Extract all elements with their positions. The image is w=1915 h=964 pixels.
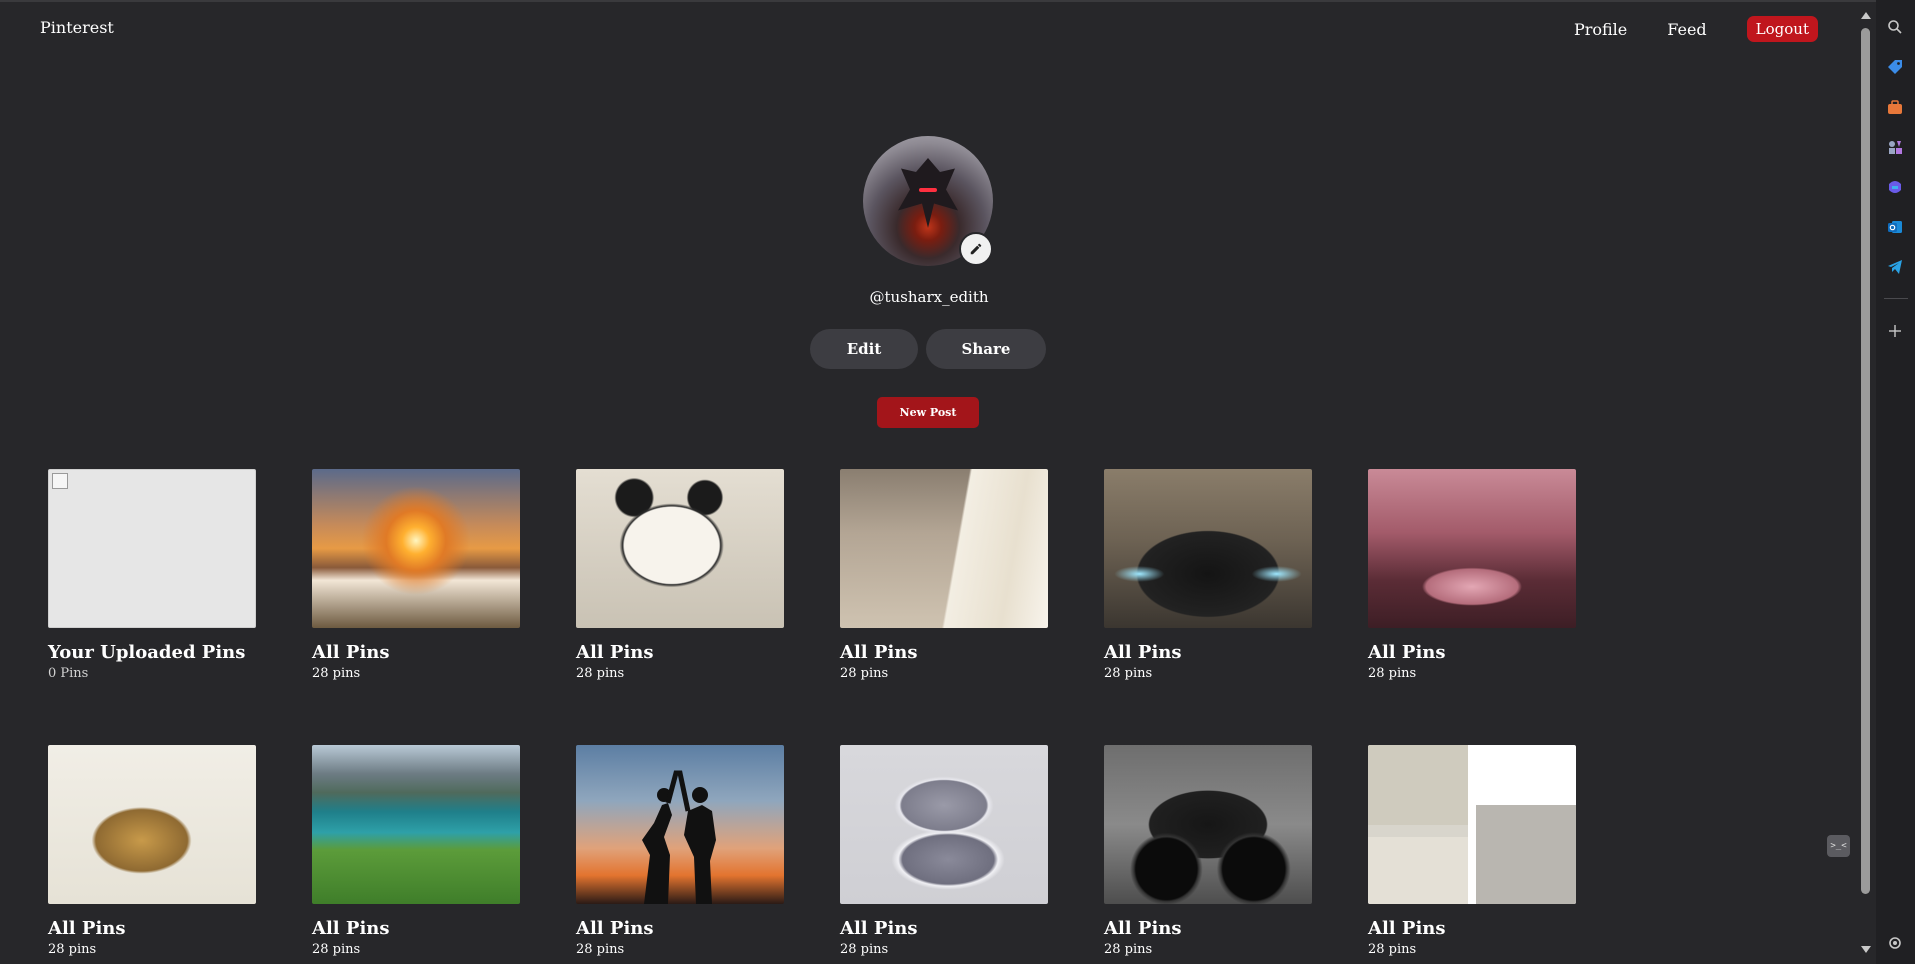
board-title: All Pins xyxy=(576,642,654,663)
pencil-icon xyxy=(970,243,982,255)
navbar: Pinterest Profile Feed Logout xyxy=(0,0,1858,60)
outlook-icon[interactable] xyxy=(1884,216,1906,238)
board-card[interactable]: All Pins 28 pins xyxy=(1368,745,1576,958)
board-thumbnail xyxy=(312,745,520,904)
board-count: 0 Pins xyxy=(48,666,89,681)
board-thumbnail xyxy=(48,745,256,904)
board-title: All Pins xyxy=(48,918,126,939)
scrollbar-thumb[interactable] xyxy=(1861,28,1870,894)
browser-sidebar xyxy=(1876,0,1915,964)
board-count: 28 pins xyxy=(840,666,889,681)
board-thumbnail xyxy=(576,469,784,628)
board-title: All Pins xyxy=(840,642,918,663)
board-thumbnail xyxy=(1368,745,1576,904)
add-icon[interactable] xyxy=(1884,320,1906,342)
board-title: All Pins xyxy=(1368,918,1446,939)
board-count: 28 pins xyxy=(312,942,361,957)
board-thumbnail xyxy=(1104,745,1312,904)
nav-feed-link[interactable]: Feed xyxy=(1667,20,1706,39)
board-thumbnail xyxy=(312,469,520,628)
board-thumbnail-broken xyxy=(48,469,256,628)
board-count: 28 pins xyxy=(1368,942,1417,957)
avatar-glow xyxy=(919,188,937,192)
board-title: Your Uploaded Pins xyxy=(48,642,246,663)
board-title: All Pins xyxy=(312,918,390,939)
avatar-dragon-shape xyxy=(898,158,958,228)
board-count: 28 pins xyxy=(576,666,625,681)
board-count: 28 pins xyxy=(1104,666,1153,681)
board-title: All Pins xyxy=(1368,642,1446,663)
search-icon[interactable] xyxy=(1884,16,1906,38)
chess-icon[interactable] xyxy=(1884,136,1906,158)
board-card[interactable]: All Pins 28 pins xyxy=(576,745,784,958)
briefcase-icon[interactable] xyxy=(1884,96,1906,118)
collage-tile xyxy=(1368,745,1468,825)
floating-assistant-button[interactable]: >_< xyxy=(1827,835,1850,857)
avatar-container xyxy=(863,136,993,266)
logout-button[interactable]: Logout xyxy=(1746,16,1818,42)
board-title: All Pins xyxy=(312,642,390,663)
board-title: All Pins xyxy=(1104,642,1182,663)
board-count: 28 pins xyxy=(576,942,625,957)
edit-avatar-button[interactable] xyxy=(959,232,993,266)
board-card[interactable]: All Pins 28 pins xyxy=(48,745,256,958)
board-thumbnail xyxy=(840,745,1048,904)
username: @tusharx_edith xyxy=(869,288,989,306)
board-card[interactable]: Your Uploaded Pins 0 Pins xyxy=(48,469,256,682)
board-count: 28 pins xyxy=(312,666,361,681)
dancing-silhouette xyxy=(642,770,716,904)
edit-profile-button[interactable]: Edit xyxy=(810,329,918,369)
scroll-up-arrow[interactable] xyxy=(1861,12,1871,19)
board-count: 28 pins xyxy=(1104,942,1153,957)
page: Pinterest Profile Feed Logout @tusharx_e… xyxy=(0,0,1915,964)
share-profile-button[interactable]: Share xyxy=(926,329,1046,369)
board-thumbnail xyxy=(1104,469,1312,628)
board-card[interactable]: All Pins 28 pins xyxy=(840,745,1048,958)
new-post-button[interactable]: New Post xyxy=(877,397,979,428)
brand-logo[interactable]: Pinterest xyxy=(40,18,114,37)
board-card[interactable]: All Pins 28 pins xyxy=(576,469,784,682)
board-thumbnail xyxy=(1368,469,1576,628)
settings-icon[interactable] xyxy=(1884,932,1906,954)
board-title: All Pins xyxy=(840,918,918,939)
nav-links: Profile Feed Logout xyxy=(1574,16,1818,42)
board-card[interactable]: All Pins 28 pins xyxy=(840,469,1048,682)
tag-icon[interactable] xyxy=(1884,56,1906,78)
board-card[interactable]: All Pins 28 pins xyxy=(312,469,520,682)
copilot-icon[interactable] xyxy=(1884,176,1906,198)
board-title: All Pins xyxy=(1104,918,1182,939)
board-title: All Pins xyxy=(576,918,654,939)
broken-image-icon xyxy=(52,473,68,489)
board-count: 28 pins xyxy=(840,942,889,957)
nav-profile-link[interactable]: Profile xyxy=(1574,20,1627,39)
board-thumbnail xyxy=(840,469,1048,628)
board-count: 28 pins xyxy=(1368,666,1417,681)
profile-actions: Edit Share xyxy=(810,329,1046,369)
board-card[interactable]: All Pins 28 pins xyxy=(1368,469,1576,682)
collage-tile xyxy=(1476,805,1576,904)
collage-tile xyxy=(1368,837,1468,904)
board-card[interactable]: All Pins 28 pins xyxy=(312,745,520,958)
board-card[interactable]: All Pins 28 pins xyxy=(1104,469,1312,682)
board-count: 28 pins xyxy=(48,942,97,957)
telegram-icon[interactable] xyxy=(1884,256,1906,278)
scroll-down-arrow[interactable] xyxy=(1861,946,1871,953)
sidebar-divider xyxy=(1884,298,1908,299)
board-card[interactable]: All Pins 28 pins xyxy=(1104,745,1312,958)
board-thumbnail xyxy=(576,745,784,904)
